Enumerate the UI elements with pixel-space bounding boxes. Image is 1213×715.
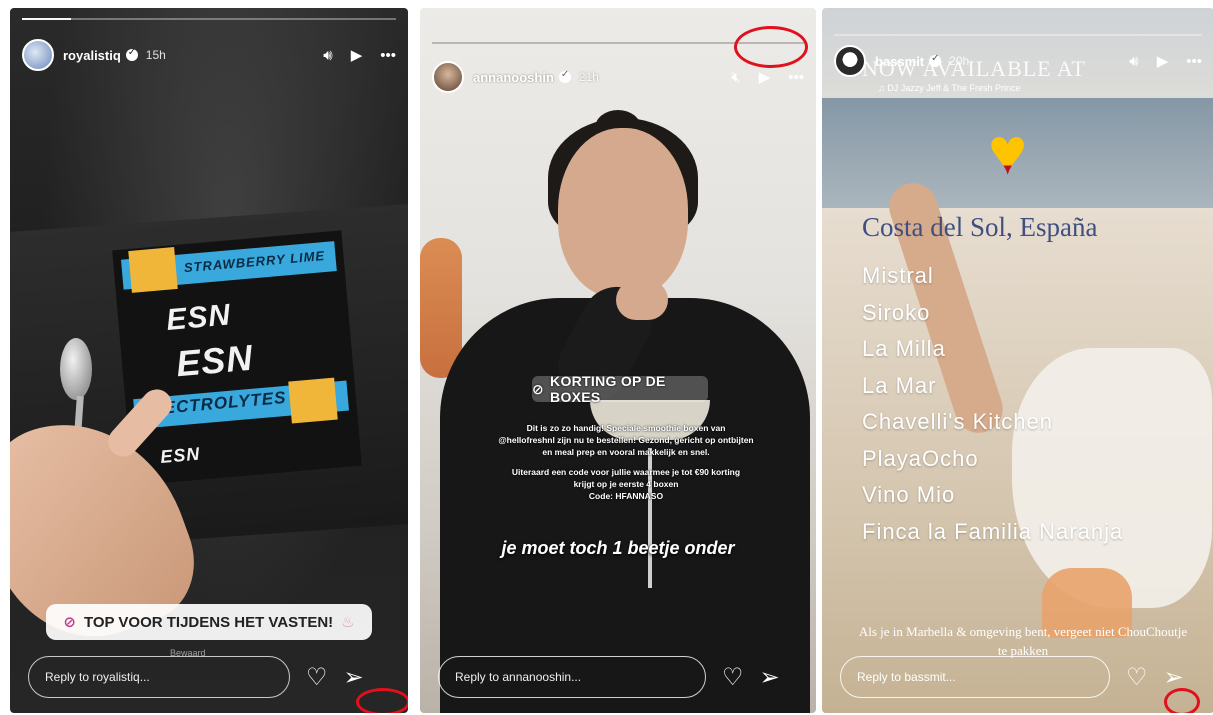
place-item: Siroko (862, 299, 931, 325)
spoon (60, 338, 92, 400)
reply-input[interactable]: Reply to bassmit... (840, 656, 1110, 698)
send-icon[interactable]: ➢ (344, 663, 364, 692)
post-time: 20h (949, 54, 970, 68)
muted-icon[interactable]: 🔇︎ (731, 69, 740, 86)
promo-line: Code: HFANNASO (588, 491, 664, 501)
box-logo-1: ESN (165, 298, 233, 337)
more-icon[interactable]: ••• (1186, 53, 1202, 70)
heart-icon[interactable]: ♡ (1126, 663, 1148, 692)
place-item: La Milla (862, 336, 946, 361)
story-progress-bar (22, 18, 396, 20)
story-royalistiq[interactable]: STRAWBERRY LIME ESN ESN ELECTROLYTES ESN… (10, 8, 408, 713)
reply-placeholder: Reply to royalistiq... (45, 670, 150, 684)
promo-line: @hellofreshnl zijn nu te bestellen! Gezo… (498, 435, 754, 445)
reply-input[interactable]: Reply to royalistiq... (28, 656, 290, 698)
story-footer: Reply to annanooshin... ♡ ➢ (438, 655, 802, 699)
music-sticker[interactable]: ♫ DJ Jazzy Jeff & The Fresh Prince (878, 83, 1020, 93)
person-face (558, 128, 688, 298)
reply-placeholder: Reply to annanooshin... (455, 670, 582, 684)
music-icon: ♫ (878, 83, 888, 93)
sound-icon[interactable]: 🔊︎ (1129, 53, 1138, 70)
link-sticker[interactable]: ⊘ KORTING OP DE BOXES (532, 373, 708, 405)
verified-icon (125, 47, 138, 61)
verified-icon (558, 69, 571, 83)
username[interactable]: bassmit (875, 54, 924, 69)
box-logo-3: ESN (159, 443, 202, 468)
link-icon: ⊘ (532, 380, 545, 397)
more-icon[interactable]: ••• (380, 47, 396, 64)
music-title: DJ Jazzy Jeff & The Fresh Prince (887, 83, 1021, 93)
play-icon[interactable]: ▶ (759, 68, 771, 86)
highlight-ring (734, 26, 808, 68)
reply-placeholder: Reply to bassmit... (857, 670, 956, 684)
spain-heart-icon: ♥ (988, 114, 1028, 188)
video-caption: je moet toch 1 beetje onder (501, 538, 735, 558)
sticker-text: TOP VOOR TIJDENS HET VASTEN! (83, 613, 334, 631)
box-pad-bottom (288, 377, 338, 424)
reply-input[interactable]: Reply to annanooshin... (438, 656, 706, 698)
verified-icon (929, 53, 942, 67)
story-header: bassmit 20h 🔊︎ ▶ ••• (834, 44, 1202, 78)
avatar[interactable] (834, 45, 866, 77)
username[interactable]: annanooshin (473, 70, 554, 85)
link-icon: ⊘ (63, 614, 76, 631)
heart-icon[interactable]: ♡ (306, 663, 328, 692)
place-item: Vino Mio (862, 482, 956, 507)
box-logo-2: ESN (174, 336, 255, 385)
promo-text: Dit is zo zo handig! Speciale smoothie b… (450, 422, 802, 502)
heart-icon[interactable]: ♡ (722, 663, 744, 692)
story-footer: Reply to bassmit... ♡ ➢ (840, 655, 1200, 699)
story-header: annanooshin 21h 🔇︎ ▶ ••• (432, 60, 804, 94)
place-item: La Mar (862, 372, 937, 398)
avatar[interactable] (22, 39, 54, 71)
play-icon[interactable]: ▶ (1157, 52, 1169, 70)
promo-line: en meal prep en vooral makkelijk en snel… (542, 447, 710, 457)
link-sticker[interactable]: ⊘ TOP VOOR TIJDENS HET VASTEN! ♨ (46, 604, 372, 640)
story-footer: Reply to royalistiq... ♡ ➢ (28, 655, 394, 699)
person-hand (616, 280, 668, 320)
promo-line: krijgt op je eerste 4 boxen (573, 479, 679, 489)
place-item: PlayaOcho (862, 445, 979, 471)
story-progress-fill (22, 18, 71, 20)
story-header: royalistiq 15h 🔊︎ ▶ ••• (22, 38, 396, 72)
send-icon[interactable]: ➢ (760, 663, 780, 692)
story-bassmit[interactable]: ♥ NOW AVAILABLE AT bassmit 20h 🔊︎ ▶ ••• … (822, 8, 1213, 713)
promo-line: Dit is zo zo handig! Speciale smoothie b… (526, 423, 726, 433)
post-time: 15h (145, 48, 166, 62)
avatar[interactable] (432, 61, 464, 93)
more-icon[interactable]: ••• (788, 69, 804, 86)
highlight-ring (1164, 688, 1200, 713)
place-item: Chavelli's Kitchen (862, 409, 1053, 434)
box-pad-top (128, 247, 178, 293)
sound-icon[interactable]: 🔊︎ (323, 47, 332, 64)
product-box: STRAWBERRY LIME ESN ESN ELECTROLYTES ESN (112, 230, 362, 486)
place-list: Mistral Siroko La Milla La Mar Chavelli'… (862, 258, 1123, 550)
place-item: Finca la Familia Naranja (862, 518, 1124, 544)
play-icon[interactable]: ▶ (351, 46, 363, 64)
location-title: Costa del Sol, España (862, 212, 1098, 242)
sticker-emoji: ♨ (341, 614, 355, 631)
post-time: 21h (578, 70, 599, 84)
promo-line: Uiteraard een code voor jullie waarmee j… (511, 467, 741, 477)
sticker-text: KORTING OP DE BOXES (550, 373, 666, 405)
story-progress-bar (834, 34, 1202, 36)
username[interactable]: royalistiq (63, 48, 121, 63)
highlight-ring (356, 688, 408, 713)
story-annanooshin[interactable]: annanooshin 21h 🔇︎ ▶ ••• ⊘ KORTING OP DE… (420, 8, 816, 713)
promo-line (450, 458, 802, 466)
place-item: Mistral (862, 263, 934, 288)
